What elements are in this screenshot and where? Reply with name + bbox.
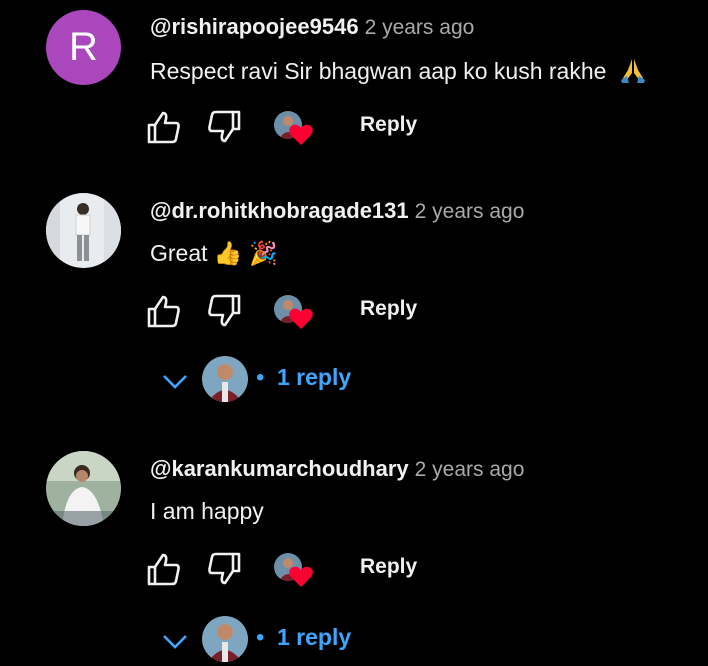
like-button[interactable]: [146, 293, 186, 333]
comment-timestamp[interactable]: 2 years ago: [415, 458, 525, 481]
comment-text: I am happy: [150, 498, 264, 524]
comment-text: Great 👍 🎉: [150, 240, 278, 266]
dislike-button[interactable]: [206, 551, 246, 591]
thumbs-up-icon: [147, 111, 180, 144]
avatar[interactable]: [46, 193, 121, 268]
comment-header: @karankumarchoudhary 2 years ago: [150, 456, 524, 482]
thumbs-down-icon: [208, 552, 241, 585]
comment-body: Respect ravi Sir bhagwan aap ko kush rak…: [150, 58, 607, 85]
reply-button[interactable]: Reply: [360, 113, 417, 137]
reply-avatar: [202, 616, 248, 662]
comment-actions: Reply: [146, 293, 446, 333]
separator-dot: •: [256, 624, 265, 651]
heart-icon: [289, 308, 313, 329]
like-button[interactable]: [146, 551, 186, 591]
comment-header: @dr.rohitkhobragade131 2 years ago: [150, 198, 524, 224]
reply-button[interactable]: Reply: [360, 297, 417, 321]
heart-icon: [289, 124, 313, 145]
comment-timestamp[interactable]: 2 years ago: [415, 200, 525, 223]
creator-heart: [274, 553, 320, 593]
folded-hands-icon: [619, 56, 647, 90]
view-replies-button[interactable]: • 1 reply: [156, 616, 416, 666]
author-name[interactable]: @karankumarchoudhary: [150, 456, 409, 481]
avatar[interactable]: [46, 451, 121, 526]
view-replies-button[interactable]: • 1 reply: [156, 356, 416, 406]
creator-heart: [274, 295, 320, 335]
reply-count[interactable]: 1 reply: [277, 624, 351, 651]
chevron-down-icon: [163, 375, 187, 389]
author-name[interactable]: @rishirapoojee9546: [150, 14, 359, 39]
chevron-down-icon: [163, 635, 187, 649]
comment-header: @rishirapoojee9546 2 years ago: [150, 14, 474, 40]
like-button[interactable]: [146, 109, 186, 149]
thumbs-down-icon: [208, 110, 241, 143]
comment-actions: Reply: [146, 109, 446, 149]
avatar-letter: R: [69, 25, 98, 69]
reply-count[interactable]: 1 reply: [277, 364, 351, 391]
comment-timestamp[interactable]: 2 years ago: [365, 16, 475, 39]
creator-heart: [274, 111, 320, 151]
separator-dot: •: [256, 364, 265, 391]
comments-section: R @rishirapoojee9546 2 years ago Respect …: [0, 0, 708, 666]
reply-button[interactable]: Reply: [360, 555, 417, 579]
comment-actions: Reply: [146, 551, 446, 591]
thumbs-up-icon: [147, 553, 180, 586]
dislike-button[interactable]: [206, 293, 246, 333]
avatar[interactable]: R: [46, 10, 121, 85]
author-name[interactable]: @dr.rohitkhobragade131: [150, 198, 409, 223]
comment-text: Respect ravi Sir bhagwan aap ko kush rak…: [150, 56, 647, 90]
heart-icon: [289, 566, 313, 587]
dislike-button[interactable]: [206, 109, 246, 149]
thumbs-down-icon: [208, 294, 241, 327]
thumbs-up-icon: [147, 295, 180, 328]
reply-avatar: [202, 356, 248, 402]
